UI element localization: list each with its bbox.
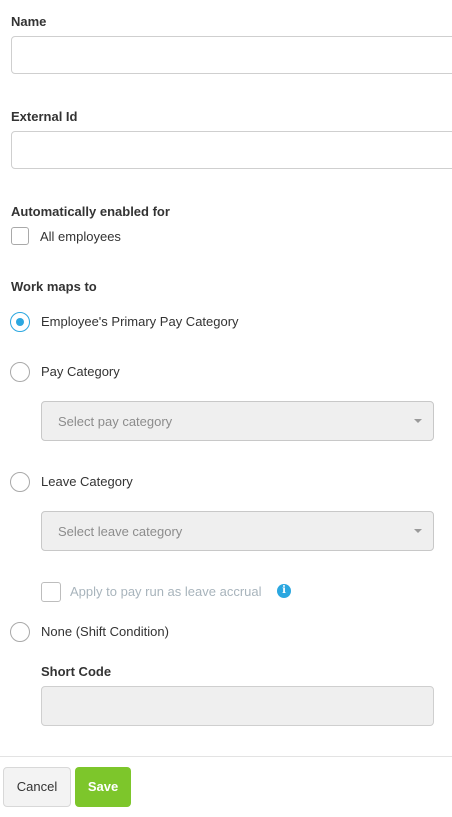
option-label-none-shift-condition: None (Shift Condition) — [41, 624, 169, 639]
radio-selected-dot — [16, 318, 24, 326]
leave-category-select[interactable]: Select leave category — [41, 511, 434, 551]
name-label: Name — [11, 14, 47, 29]
radio-leave-category[interactable] — [10, 472, 30, 492]
save-button[interactable]: Save — [75, 767, 131, 807]
leave-accrual-checkbox[interactable] — [41, 582, 61, 602]
chevron-down-icon — [414, 419, 422, 423]
external-id-input[interactable] — [11, 131, 452, 169]
footer-divider — [0, 756, 452, 757]
radio-none-shift-condition[interactable] — [10, 622, 30, 642]
pay-category-placeholder: Select pay category — [58, 414, 173, 429]
external-id-label: External Id — [11, 109, 78, 124]
radio-primary-pay-category[interactable] — [10, 312, 30, 332]
cancel-button[interactable]: Cancel — [3, 767, 71, 807]
auto-enabled-label: Automatically enabled for — [11, 204, 170, 219]
option-label-primary-pay-category: Employee's Primary Pay Category — [41, 314, 239, 329]
all-employees-label: All employees — [40, 229, 121, 244]
short-code-label: Short Code — [41, 664, 112, 679]
radio-pay-category[interactable] — [10, 362, 30, 382]
all-employees-checkbox[interactable] — [11, 227, 29, 245]
option-label-leave-category: Leave Category — [41, 474, 133, 489]
work-maps-label: Work maps to — [11, 279, 97, 294]
leave-accrual-label: Apply to pay run as leave accrual — [70, 584, 262, 599]
option-label-pay-category: Pay Category — [41, 364, 120, 379]
name-input[interactable] — [11, 36, 452, 74]
leave-category-placeholder: Select leave category — [58, 524, 183, 539]
info-icon[interactable]: i — [277, 584, 291, 598]
short-code-input[interactable] — [41, 686, 434, 726]
pay-category-select[interactable]: Select pay category — [41, 401, 434, 441]
chevron-down-icon — [414, 529, 422, 533]
